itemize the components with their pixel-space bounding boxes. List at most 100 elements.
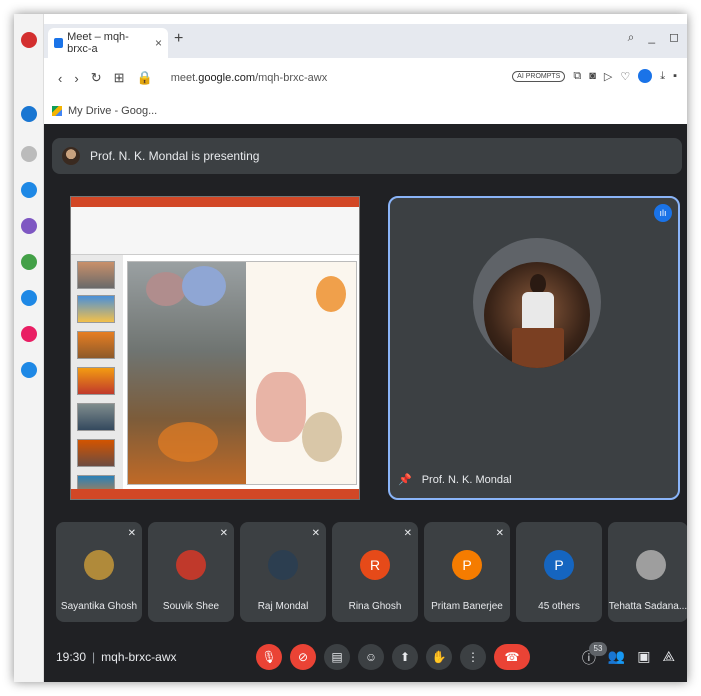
speaker-head [530,274,546,294]
camera-icon[interactable]: ◙ [589,70,596,82]
address-bar: ‹ › ↻ ⊞ 🔒 meet.google.com/mqh-brxc-awx A… [44,58,687,98]
tab-bar: Meet – mqh-brxc-a × + ⌕ _ ◻ [44,24,687,58]
speaking-indicator-icon: ılı [654,204,672,222]
heart-icon[interactable]: ♡ [620,70,630,83]
forward-icon[interactable]: › [74,71,78,86]
slide-thumbnails [71,255,123,499]
mic-off-button[interactable]: 🎙 [256,644,282,670]
presenting-text: Prof. N. K. Mondal is presenting [90,149,260,163]
address-bar-actions: AI PROMPTS ⧉ ◙ ▷ ♡ ⤓ ▪ [512,69,677,83]
bookmarks-bar: My Drive - Goog... [44,98,687,124]
slide-thumbnail [77,261,115,289]
slide-thumbnail [77,367,115,395]
participant-avatar [176,550,206,580]
participant-strip: ✕ Sayantika Ghosh ✕ Souvik Shee ✕ Raj Mo… [52,522,687,622]
lock-icon: 🔒 [136,70,153,85]
restore-icon[interactable]: ◻ [669,30,679,45]
people-count-badge: 53 [589,642,607,656]
shared-screen[interactable] [70,196,360,500]
home-icon[interactable] [21,146,37,162]
people-icon[interactable]: 👥 [608,648,625,668]
close-icon[interactable]: × [155,36,162,50]
pin-icon[interactable]: 📌 [398,473,412,486]
mic-off-icon: ✕ [219,528,228,539]
play-icon[interactable]: ▷ [604,70,612,83]
new-tab-button[interactable]: + [174,30,183,48]
reload-icon[interactable]: ↻ [91,70,102,86]
respiratory-graphic [256,372,306,442]
participant-tile[interactable]: ✕ Souvik Shee [148,522,234,622]
meeting-code: mqh-brxc-awx [101,650,177,664]
participant-tile[interactable]: ✕ Raj Mondal [240,522,326,622]
ppt-ribbon [71,197,359,255]
more-options-button[interactable]: ⋮ [460,644,486,670]
present-button[interactable]: ⬆ [392,644,418,670]
mic-off-icon: ✕ [403,528,412,539]
app-icon[interactable] [21,218,37,234]
captions-button[interactable]: ▤ [324,644,350,670]
app-icon[interactable] [21,362,37,378]
bookmark-my-drive[interactable]: My Drive - Goog... [68,105,157,117]
detail-circle [302,412,342,462]
emoji-button[interactable]: ☺ [358,644,384,670]
mic-off-icon: ✕ [495,528,504,539]
speaker-video [484,262,590,368]
participant-tile[interactable]: ✕ Sayantika Ghosh [56,522,142,622]
participant-name: Rina Ghosh [348,601,402,612]
app-icon[interactable] [21,290,37,306]
participant-avatar: P [544,550,574,580]
activities-icon[interactable]: ⟁ [663,648,676,668]
participant-avatar [636,550,666,580]
app-icon[interactable] [21,32,37,48]
mic-off-icon: ✕ [127,528,136,539]
minimize-icon[interactable]: _ [648,30,655,45]
app-icon[interactable] [21,106,37,122]
slide-thumbnail [77,331,115,359]
participant-tile[interactable]: ✕ R Rina Ghosh [332,522,418,622]
participant-avatar [268,550,298,580]
slide-diagram [246,262,356,484]
browser-window: Meet – mqh-brxc-a × + ⌕ _ ◻ ‹ › ↻ ⊞ 🔒 me… [44,14,687,682]
participant-tile[interactable]: ✕ P Pritam Banerjee [424,522,510,622]
call-controls: 🎙 ⊘ ▤ ☺ ⬆ ✋ ⋮ ☎ [256,644,530,670]
instagram-icon[interactable] [21,326,37,342]
side-controls: 53 ⓘ 👥 ▣ ⟁ [582,642,676,668]
participant-avatar: R [360,550,390,580]
podium [512,328,564,368]
url-text[interactable]: meet.google.com/mqh-brxc-awx [171,72,328,84]
participant-tile-others[interactable]: P 45 others [516,522,602,622]
apps-grid-icon[interactable]: ⊞ [114,70,125,86]
speaker-tile[interactable]: ılı 📌 Prof. N. K. Mondal [388,196,680,500]
extension-icon[interactable]: ⧉ [573,70,581,83]
clock-time: 19:30 [56,650,87,664]
slide-pollution-image [128,262,246,484]
participant-name: Sayantika Ghosh [60,601,138,612]
slide-thumbnail [77,403,115,431]
speaker-body [522,292,554,332]
menu-icon[interactable]: ▪ [673,70,677,82]
camera-off-button[interactable]: ⊘ [290,644,316,670]
back-icon[interactable]: ‹ [58,71,62,86]
download-icon[interactable]: ⤓ [660,70,665,83]
slide-thumbnail [77,295,115,323]
lungs-graphic [316,276,346,312]
participant-name: Pritam Banerjee [431,601,503,612]
tab-meet[interactable]: Meet – mqh-brxc-a × [48,28,168,58]
ppt-status-bar [71,489,359,499]
presenter-avatar [62,147,80,165]
end-call-button[interactable]: ☎ [494,644,530,670]
window-controls: ⌕ _ ◻ [628,30,679,45]
participant-name: Tehatta Sadana... [608,601,687,612]
whatsapp-icon[interactable] [21,254,37,270]
smoke-cloud [146,272,186,306]
chat-icon[interactable]: ▣ [637,648,650,668]
meet-favicon-icon [54,38,64,48]
ai-prompts-button[interactable]: AI PROMPTS [512,70,566,82]
search-tabs-icon[interactable]: ⌕ [628,30,635,45]
current-slide [127,261,357,485]
profile-avatar[interactable] [638,69,653,83]
raise-hand-button[interactable]: ✋ [426,644,452,670]
participant-tile[interactable]: Tehatta Sadana... [608,522,687,622]
participant-avatar [84,550,114,580]
messenger-icon[interactable] [21,182,37,198]
